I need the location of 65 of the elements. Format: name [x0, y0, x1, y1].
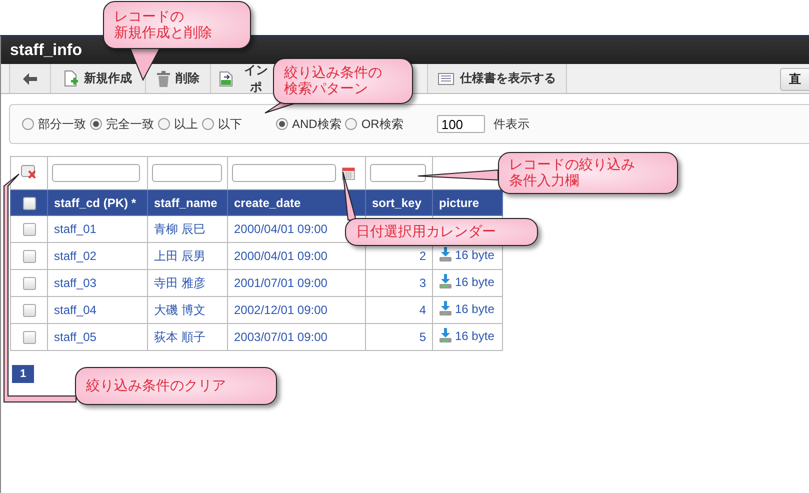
column-header[interactable]: staff_cd (PK) * — [48, 190, 148, 216]
toolbar-button[interactable]: 仕様書を表示する — [427, 64, 566, 93]
table-cell: 青柳 辰巳 — [154, 222, 206, 236]
count-field[interactable]: 100 — [437, 115, 486, 133]
back-button[interactable] — [9, 64, 50, 93]
table-cell: 寺田 雅彦 — [154, 276, 206, 290]
column-header[interactable]: picture — [432, 190, 502, 216]
radio-label: AND検索 — [292, 116, 342, 132]
column-header[interactable]: staff_name — [148, 190, 228, 216]
document-icon — [438, 72, 454, 84]
toolbar-button[interactable]: インポ — [210, 64, 272, 93]
radio-label: OR検索 — [361, 116, 404, 132]
download-icon — [439, 274, 452, 289]
row-checkbox[interactable] — [22, 250, 36, 264]
table-cell: 2002/12/01 09:00 — [234, 303, 328, 317]
row-checkbox[interactable] — [22, 277, 36, 290]
trash-icon — [156, 70, 170, 86]
toolbar-button[interactable]: 直 — [780, 68, 809, 91]
select-all-checkbox[interactable] — [22, 196, 36, 210]
download-icon — [439, 328, 452, 343]
radio-label: 完全一致 — [106, 116, 154, 132]
table-cell: 2003/07/01 09:00 — [234, 330, 328, 344]
callout-text: 絞り込み条件の 検索パターン — [284, 65, 382, 97]
table-cell: 2001/07/01 09:00 — [234, 276, 328, 290]
table-cell: 2 — [419, 249, 426, 263]
radio-button[interactable] — [90, 118, 102, 130]
radio-label: 部分一致 — [38, 116, 86, 132]
table-cell: 5 — [419, 330, 426, 344]
radio-button[interactable] — [345, 118, 358, 130]
radio-label: 以下 — [218, 116, 242, 132]
radio-button[interactable] — [158, 118, 170, 130]
callout-text: 絞り込み条件のクリア — [86, 378, 226, 394]
column-header[interactable]: sort_key — [366, 190, 432, 216]
table-cell: 2000/04/01 09:00 — [234, 222, 328, 236]
row-checkbox[interactable] — [22, 304, 36, 318]
callout-text: 日付選択用カレンダー — [356, 224, 496, 240]
table-cell: 4 — [419, 303, 426, 317]
row-checkbox[interactable] — [22, 331, 36, 344]
count-label: 件表示 — [493, 116, 530, 132]
row-checkbox[interactable] — [22, 223, 36, 236]
filter-field[interactable] — [232, 164, 336, 182]
table-cell: 大磯 博文 — [154, 302, 206, 316]
table-cell: 2000/04/01 09:00 — [234, 249, 328, 263]
radio-button[interactable] — [202, 118, 214, 130]
radio-button[interactable] — [22, 118, 34, 130]
filter-field[interactable] — [370, 164, 426, 182]
column-header[interactable]: create_date — [228, 190, 366, 216]
table-cell: 3 — [419, 276, 426, 290]
calendar-icon[interactable] — [342, 166, 355, 180]
clear-filter-button[interactable] — [21, 164, 37, 178]
radio-label: 以上 — [174, 116, 198, 132]
download-icon — [439, 301, 452, 316]
callout-text: レコードの絞り込み 条件入力欄 — [509, 157, 635, 189]
toolbar-button[interactable]: 新規作成 — [50, 64, 145, 93]
toolbar-button[interactable]: 削除 — [145, 64, 210, 93]
download-icon — [439, 247, 452, 262]
table-cell: 上田 辰男 — [154, 248, 206, 262]
table-cell: 荻本 順子 — [154, 330, 206, 344]
new-document-icon — [64, 70, 78, 87]
filter-field[interactable] — [152, 164, 222, 182]
page-button[interactable]: 1 — [12, 365, 34, 383]
filter-field[interactable] — [52, 164, 140, 182]
radio-button[interactable] — [276, 118, 288, 130]
import-icon — [219, 70, 234, 86]
arrow-icon — [23, 72, 37, 84]
